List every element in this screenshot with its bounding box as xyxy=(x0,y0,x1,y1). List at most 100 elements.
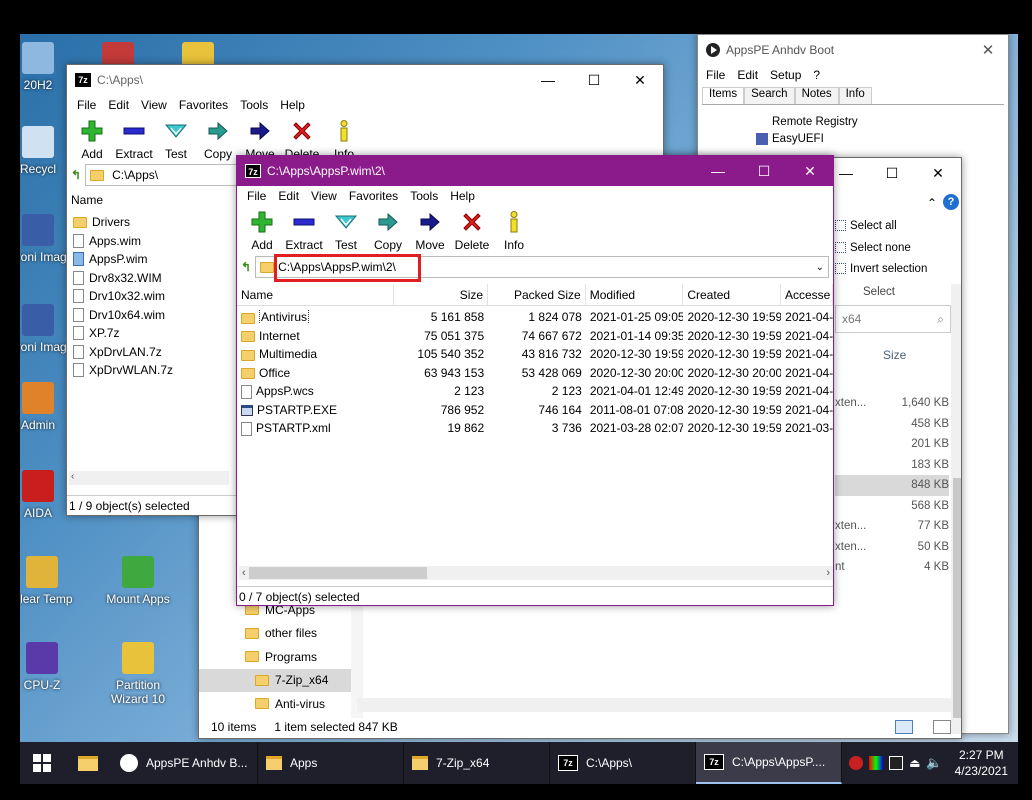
table-row[interactable]: PSTARTP.xml 19 862 3 736 2021-03-28 02:07 20… xyxy=(237,419,833,438)
tab-items[interactable]: Items xyxy=(702,87,745,104)
list-item[interactable]: xten... 50 KB xyxy=(835,537,949,558)
menu-file[interactable]: File xyxy=(700,68,731,82)
menu-favorites[interactable]: Favorites xyxy=(343,189,404,203)
menu-setup[interactable]: Setup xyxy=(764,68,807,82)
list-item[interactable]: 183 KB xyxy=(835,455,949,476)
front-address-input[interactable]: C:\Apps\AppsP.wim\2\ ⌄ xyxy=(255,254,829,282)
list-item[interactable]: 201 KB xyxy=(835,434,949,455)
tab-search[interactable]: Search xyxy=(744,87,795,104)
taskbar-item-c-apps[interactable]: 7z C:\Apps\ xyxy=(550,742,696,784)
list-item[interactable]: Remote Registry xyxy=(756,113,1008,130)
back-scrollbar[interactable]: ‹ xyxy=(69,471,229,485)
close-icon[interactable]: ✕ xyxy=(968,41,1008,59)
up-folder-icon[interactable]: ↰ xyxy=(71,168,81,182)
menu-favorites[interactable]: Favorites xyxy=(173,98,234,112)
list-item[interactable]: 458 KB xyxy=(835,414,949,435)
menu-edit[interactable]: Edit xyxy=(102,98,135,112)
table-row[interactable]: Antivirus 5 161 858 1 824 078 2021-01-25 09… xyxy=(237,308,833,327)
menu-file[interactable]: File xyxy=(71,98,102,112)
taskbar-item-appspe-anhdv-b[interactable]: AppsPE Anhdv B... xyxy=(112,742,258,784)
list-item[interactable]: EasyUEFI xyxy=(756,130,1008,147)
column-header-size[interactable]: Size xyxy=(394,284,489,305)
nav-item-programs[interactable]: Programs xyxy=(199,645,351,669)
menu-view[interactable]: View xyxy=(305,189,343,203)
list-item[interactable]: xten... 77 KB xyxy=(835,516,949,537)
list-item[interactable]: xten... 1,640 KB xyxy=(835,393,949,414)
desktop-icon-clear-temp[interactable]: Clear Temp xyxy=(20,556,82,606)
extract-button[interactable]: Extract xyxy=(113,117,155,161)
large-icons-view-icon[interactable] xyxy=(933,720,951,734)
menu-tools[interactable]: Tools xyxy=(234,98,274,112)
maximize-icon[interactable]: ☐ xyxy=(869,158,915,188)
front-titlebar[interactable]: 7z C:\Apps\AppsP.wim\2\ — ☐ ✕ xyxy=(237,156,833,186)
minimize-icon[interactable]: — xyxy=(525,65,571,95)
hscrollbar[interactable] xyxy=(357,698,951,712)
color-picker-icon[interactable] xyxy=(869,756,884,770)
menu-tools[interactable]: Tools xyxy=(404,189,444,203)
list-item[interactable]: nt 4 KB xyxy=(835,557,949,578)
chevron-up-icon[interactable]: ⌃ xyxy=(927,196,937,210)
tab-notes[interactable]: Notes xyxy=(794,87,839,104)
tab-info[interactable]: Info xyxy=(838,87,872,104)
chevron-down-icon[interactable]: ⌄ xyxy=(816,262,824,273)
menu-file[interactable]: File xyxy=(241,189,272,203)
desktop-icon-mount-apps[interactable]: Mount Apps xyxy=(98,556,178,606)
file-explorer-pin[interactable] xyxy=(64,742,112,784)
close-icon[interactable]: ✕ xyxy=(617,65,663,95)
scroll-left-icon[interactable]: ‹ xyxy=(239,567,249,579)
copy-button[interactable]: Copy xyxy=(197,117,239,161)
delete-button[interactable]: Delete xyxy=(451,208,493,252)
table-row[interactable]: Office 63 943 153 53 428 069 2020-12-30 20:… xyxy=(237,364,833,383)
column-header-created[interactable]: Created xyxy=(683,284,781,305)
size-column-header[interactable]: Size xyxy=(883,348,906,362)
column-header-name[interactable]: Name xyxy=(237,284,395,305)
maximize-icon[interactable]: ☐ xyxy=(741,156,787,186)
select-none-button[interactable]: Select none xyxy=(835,242,911,254)
minimize-icon[interactable]: — xyxy=(695,156,741,186)
help-icon[interactable]: ? xyxy=(943,194,959,210)
column-header-name[interactable]: Name xyxy=(67,187,107,213)
taskbar-item-7-zip-x64[interactable]: 7-Zip_x64 xyxy=(404,742,550,784)
test-button[interactable]: Test xyxy=(155,117,197,161)
nav-item-anti-virus[interactable]: Anti-virus xyxy=(199,692,351,716)
taskbar-item-c-apps-appsp[interactable]: 7z C:\Apps\AppsP.... xyxy=(696,742,842,784)
menu-help[interactable]: Help xyxy=(444,189,481,203)
close-icon[interactable]: ✕ xyxy=(915,158,961,188)
appspe-titlebar[interactable]: AppsPE Anhdv Boot ✕ xyxy=(698,35,1008,65)
table-row[interactable]: PSTARTP.EXE 786 952 746 164 2011-08-01 07:0… xyxy=(237,401,833,420)
invert-selection-button[interactable]: Invert selection xyxy=(835,263,927,275)
details-view-icon[interactable] xyxy=(895,720,913,734)
menu-edit[interactable]: Edit xyxy=(272,189,305,203)
back-titlebar[interactable]: 7z C:\Apps\ — ☐ ✕ xyxy=(67,65,663,95)
add-button[interactable]: Add xyxy=(241,208,283,252)
table-row[interactable]: Multimedia 105 540 352 43 816 732 2020-12-3… xyxy=(237,345,833,364)
desktop-icon-cpu-z[interactable]: CPU-Z xyxy=(20,642,82,692)
column-header-accesse[interactable]: Accesse xyxy=(781,284,833,305)
list-item[interactable]: 568 KB xyxy=(835,496,949,517)
scroll-right-icon[interactable]: › xyxy=(823,567,833,579)
nav-item-7-zip-x64[interactable]: 7-Zip_x64 xyxy=(199,668,351,692)
back-address-input[interactable]: C:\Apps\ xyxy=(85,164,243,186)
desktop-icon-partition-wizard-10[interactable]: Partition Wizard 10 xyxy=(98,642,178,706)
add-button[interactable]: Add xyxy=(71,117,113,161)
explorer-scrollbar[interactable] xyxy=(951,284,961,734)
maximize-icon[interactable]: ☐ xyxy=(571,65,617,95)
table-row[interactable]: Internet 75 051 375 74 667 672 2021-01-14 0… xyxy=(237,327,833,346)
start-button[interactable] xyxy=(20,742,64,784)
column-header-modified[interactable]: Modified xyxy=(586,284,684,305)
explorer-search[interactable]: x64 ⌕ xyxy=(835,305,951,333)
table-row[interactable]: AppsP.wcs 2 123 2 123 2021-04-01 12:49 2020-… xyxy=(237,382,833,401)
info-button[interactable]: Info xyxy=(493,208,535,252)
copy-button[interactable]: Copy xyxy=(367,208,409,252)
list-item[interactable]: 848 KB xyxy=(835,475,949,496)
extract-button[interactable]: Extract xyxy=(283,208,325,252)
volume-icon[interactable]: 🔈 xyxy=(926,755,942,771)
media-icon[interactable] xyxy=(849,756,864,770)
select-all-button[interactable]: Select all xyxy=(835,220,897,232)
menu-help[interactable]: Help xyxy=(274,98,311,112)
close-icon[interactable]: ✕ xyxy=(787,156,833,186)
usb-icon[interactable]: ⏏ xyxy=(909,756,920,770)
menu-[interactable]: ? xyxy=(807,68,826,82)
test-button[interactable]: Test xyxy=(325,208,367,252)
move-button[interactable]: Move xyxy=(409,208,451,252)
